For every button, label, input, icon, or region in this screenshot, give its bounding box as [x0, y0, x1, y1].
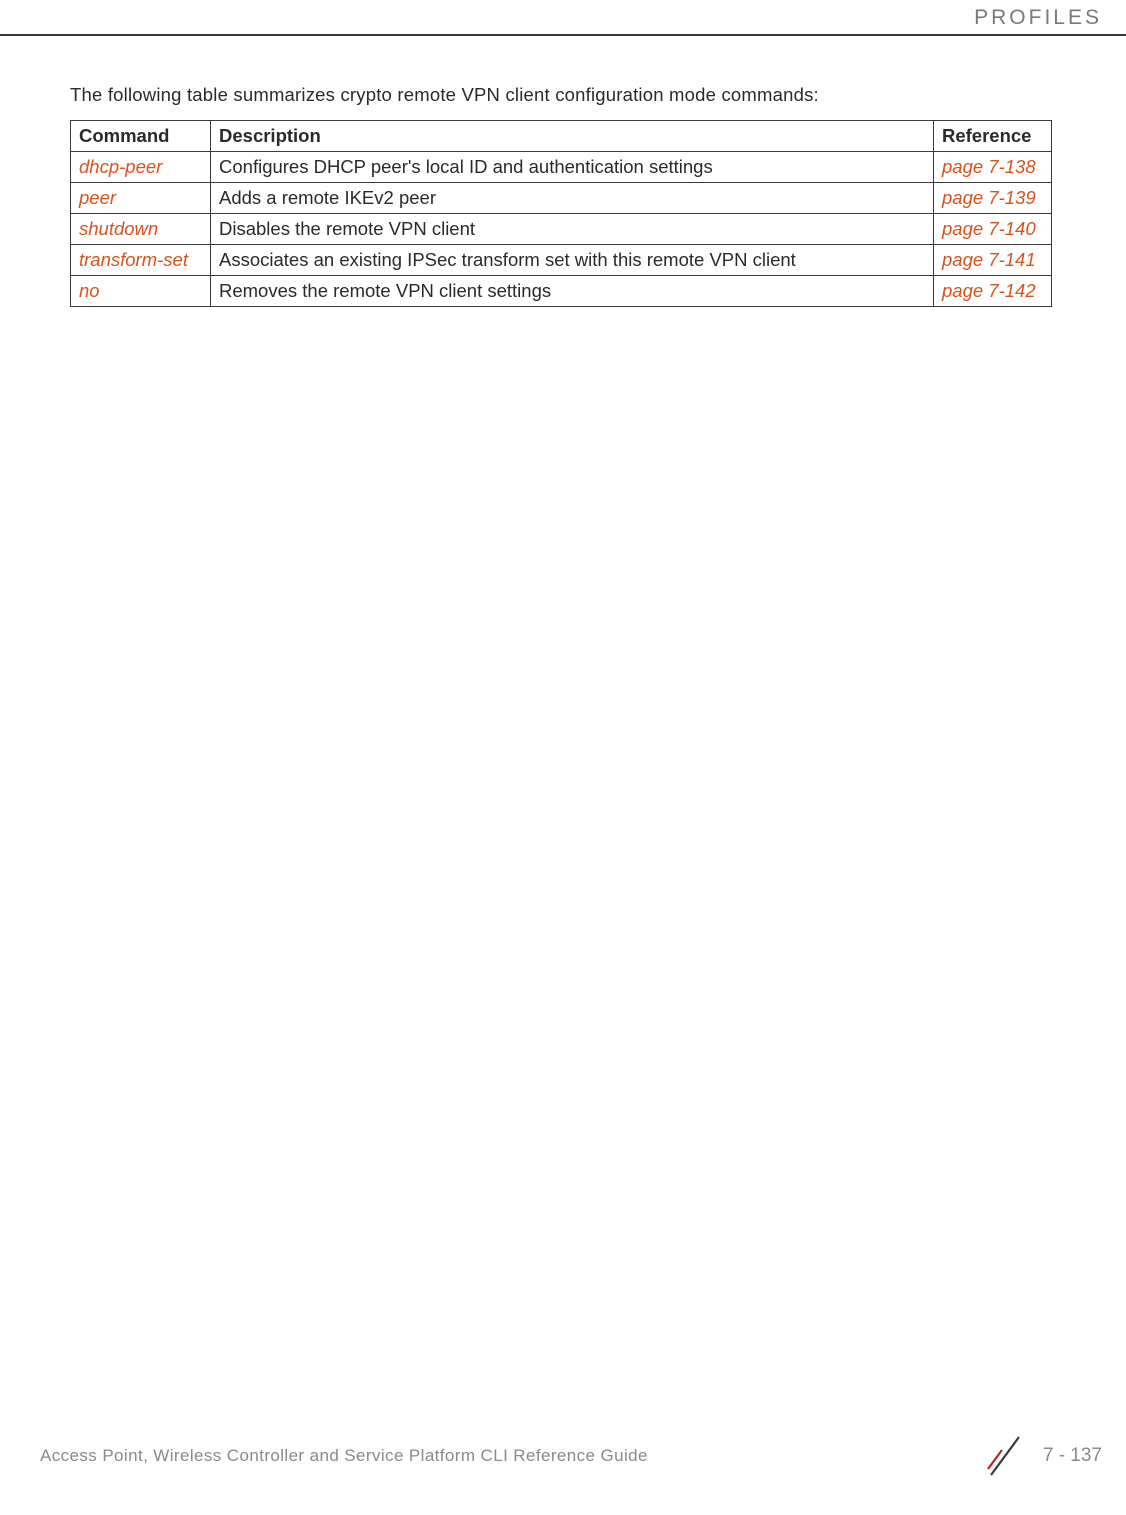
table-row: no Removes the remote VPN client setting…	[71, 276, 1052, 307]
table-header-row: Command Description Reference	[71, 121, 1052, 152]
command-link[interactable]: no	[79, 280, 100, 301]
command-description: Adds a remote IKEv2 peer	[219, 187, 436, 208]
page-footer: Access Point, Wireless Controller and Se…	[40, 1433, 1102, 1479]
page-number: 7 - 137	[1043, 1445, 1102, 1467]
slash-divider-icon	[985, 1433, 1025, 1479]
header-command: Command	[71, 121, 211, 152]
table-row: peer Adds a remote IKEv2 peer page 7-139	[71, 183, 1052, 214]
commands-table: Command Description Reference dhcp-peer …	[70, 120, 1052, 307]
header-reference: Reference	[934, 121, 1052, 152]
command-description: Configures DHCP peer's local ID and auth…	[219, 156, 713, 177]
intro-paragraph: The following table summarizes crypto re…	[70, 84, 1052, 106]
page-reference-link[interactable]: page 7-142	[942, 280, 1036, 301]
table-row: shutdown Disables the remote VPN client …	[71, 214, 1052, 245]
page-reference-link[interactable]: page 7-138	[942, 156, 1036, 177]
page-reference-link[interactable]: page 7-141	[942, 249, 1036, 270]
table-row: transform-set Associates an existing IPS…	[71, 245, 1052, 276]
page-reference-link[interactable]: page 7-140	[942, 218, 1036, 239]
command-link[interactable]: shutdown	[79, 218, 158, 239]
header-description: Description	[211, 121, 934, 152]
header-divider	[0, 34, 1126, 36]
command-link[interactable]: transform-set	[79, 249, 188, 270]
footer-document-title: Access Point, Wireless Controller and Se…	[40, 1446, 648, 1466]
command-description: Removes the remote VPN client settings	[219, 280, 551, 301]
footer-right-group: 7 - 137	[985, 1433, 1102, 1479]
page-content: The following table summarizes crypto re…	[70, 84, 1052, 307]
command-link[interactable]: peer	[79, 187, 116, 208]
section-header-label: PROFILES	[974, 6, 1102, 30]
table-row: dhcp-peer Configures DHCP peer's local I…	[71, 152, 1052, 183]
command-description: Associates an existing IPSec transform s…	[219, 249, 796, 270]
command-description: Disables the remote VPN client	[219, 218, 475, 239]
page-reference-link[interactable]: page 7-139	[942, 187, 1036, 208]
command-link[interactable]: dhcp-peer	[79, 156, 162, 177]
